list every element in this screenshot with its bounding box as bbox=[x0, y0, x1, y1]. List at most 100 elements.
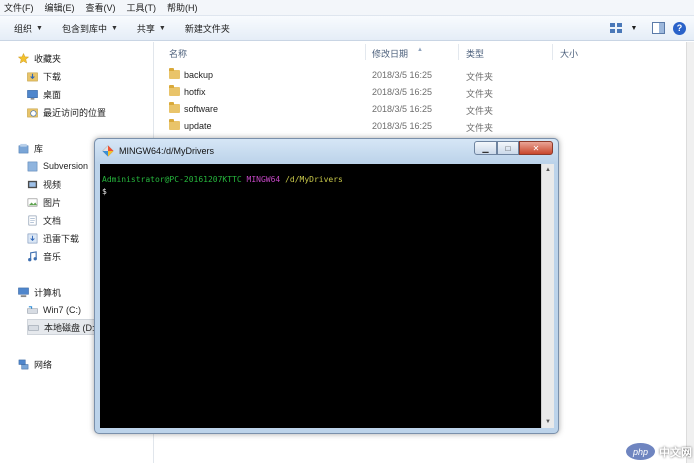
prompt-line: Administrator@PC-20161207KTTC MINGW64 /d… bbox=[102, 174, 541, 186]
nav-network[interactable]: 网络 bbox=[18, 356, 52, 372]
nav-desktop[interactable]: 桌面 bbox=[27, 86, 61, 102]
view-dropdown-icon[interactable]: ▼ bbox=[625, 19, 643, 37]
file-type: 文件夹 bbox=[466, 123, 494, 133]
maximize-button[interactable]: □ bbox=[497, 141, 519, 155]
file-type: 文件夹 bbox=[466, 89, 494, 99]
organize-button[interactable]: 组织 ▼ bbox=[14, 22, 43, 35]
nav-desktop-label: 桌面 bbox=[43, 89, 62, 100]
chevron-down-icon: ▼ bbox=[36, 24, 43, 32]
nav-thunder-downloads[interactable]: 迅雷下载 bbox=[27, 230, 79, 246]
prompt-path: /d/MyDrivers bbox=[285, 175, 343, 184]
nav-libraries-label: 库 bbox=[34, 143, 44, 154]
prompt-user-host: Administrator@PC-20161207KTTC bbox=[102, 175, 242, 184]
maximize-icon: □ bbox=[505, 143, 511, 153]
nav-computer[interactable]: 计算机 bbox=[18, 284, 61, 300]
input-line: $ bbox=[102, 186, 541, 198]
help-icon[interactable]: ? bbox=[673, 21, 686, 35]
toolbar-right: ▼ ? bbox=[601, 16, 694, 40]
file-row[interactable]: backup 2018/3/5 16:25 文件夹 bbox=[155, 67, 525, 83]
new-folder-button[interactable]: 新建文件夹 bbox=[185, 22, 230, 35]
minimize-icon: ▁ bbox=[482, 143, 489, 153]
drive-d-icon bbox=[28, 324, 39, 330]
nav-videos[interactable]: 视频 bbox=[27, 176, 61, 192]
preview-pane-icon[interactable] bbox=[649, 19, 667, 37]
file-row[interactable]: software 2018/3/5 16:25 文件夹 bbox=[155, 101, 525, 117]
menu-view[interactable]: 查看(V) bbox=[86, 1, 116, 14]
column-name[interactable]: 名称 bbox=[169, 47, 187, 60]
file-row[interactable]: hotfix 2018/3/5 16:25 文件夹 bbox=[155, 84, 525, 100]
nav-documents[interactable]: 文档 bbox=[27, 212, 61, 228]
menu-edit[interactable]: 编辑(E) bbox=[45, 1, 75, 14]
recent-places-icon bbox=[27, 108, 38, 117]
nav-music[interactable]: 音乐 bbox=[27, 248, 61, 264]
thunder-download-icon bbox=[27, 233, 38, 243]
video-icon bbox=[27, 180, 38, 188]
column-modified[interactable]: 修改日期 bbox=[372, 47, 408, 60]
column-divider[interactable] bbox=[458, 44, 459, 60]
terminal-title: MINGW64:/d/MyDrivers bbox=[119, 146, 215, 156]
nav-pictures[interactable]: 图片 bbox=[27, 194, 61, 210]
php-cn-watermark: php 中文网 bbox=[626, 443, 692, 460]
column-type[interactable]: 类型 bbox=[466, 47, 484, 60]
git-bash-icon bbox=[102, 145, 114, 157]
minimize-button[interactable]: ▁ bbox=[474, 141, 497, 155]
folder-icon bbox=[169, 68, 180, 79]
share-button[interactable]: 共享 ▼ bbox=[137, 22, 166, 35]
desktop-icon bbox=[27, 89, 38, 100]
file-date: 2018/3/5 16:25 bbox=[372, 121, 433, 131]
watermark-text: 中文网 bbox=[659, 446, 692, 459]
php-logo: php bbox=[626, 443, 655, 460]
column-divider[interactable] bbox=[365, 44, 366, 60]
drive-c-icon bbox=[27, 305, 38, 313]
new-folder-label: 新建文件夹 bbox=[184, 23, 230, 34]
content-scrollbar[interactable] bbox=[686, 42, 694, 463]
folder-icon bbox=[169, 119, 180, 130]
nav-subversion-label: Subversion bbox=[43, 161, 89, 171]
nav-videos-label: 视频 bbox=[43, 179, 62, 190]
download-folder-icon bbox=[27, 72, 38, 81]
computer-icon bbox=[18, 287, 29, 297]
column-size[interactable]: 大小 bbox=[560, 47, 578, 60]
nav-favorites[interactable]: 收藏夹 bbox=[18, 50, 61, 66]
menu-file[interactable]: 文件(F) bbox=[4, 1, 34, 14]
terminal-output[interactable]: Administrator@PC-20161207KTTC MINGW64 /d… bbox=[100, 164, 541, 428]
terminal-titlebar[interactable]: MINGW64:/d/MyDrivers ▁ □ ✕ bbox=[95, 139, 558, 163]
nav-downloads[interactable]: 下载 bbox=[27, 68, 61, 84]
file-date: 2018/3/5 16:25 bbox=[372, 87, 433, 97]
nav-subversion[interactable]: Subversion bbox=[27, 158, 88, 174]
nav-drive-c-label: Win7 (C:) bbox=[43, 305, 81, 315]
file-name: hotfix bbox=[184, 87, 206, 97]
share-label: 共享 bbox=[136, 23, 155, 34]
file-date: 2018/3/5 16:25 bbox=[372, 104, 433, 114]
nav-recent-places[interactable]: 最近访问的位置 bbox=[27, 104, 106, 120]
prompt-symbol: $ bbox=[102, 187, 107, 196]
menu-bar: 文件(F) 编辑(E) 查看(V) 工具(T) 帮助(H) bbox=[0, 0, 694, 15]
close-button[interactable]: ✕ bbox=[519, 141, 553, 155]
nav-favorites-label: 收藏夹 bbox=[34, 53, 62, 64]
file-type: 文件夹 bbox=[466, 72, 494, 82]
include-in-library-button[interactable]: 包含到库中 ▼ bbox=[62, 22, 118, 35]
terminal-scrollbar[interactable]: ▲ ▼ bbox=[541, 164, 554, 428]
organize-label: 组织 bbox=[14, 23, 33, 34]
nav-computer-label: 计算机 bbox=[34, 287, 62, 298]
pictures-icon bbox=[27, 198, 38, 206]
view-options-icon[interactable] bbox=[607, 19, 625, 37]
nav-recent-places-label: 最近访问的位置 bbox=[43, 107, 107, 118]
star-icon bbox=[18, 52, 29, 64]
menu-help[interactable]: 帮助(H) bbox=[167, 1, 198, 14]
menu-tools[interactable]: 工具(T) bbox=[127, 1, 157, 14]
column-divider[interactable] bbox=[552, 44, 553, 60]
scroll-up-icon[interactable]: ▲ bbox=[542, 164, 554, 176]
scroll-down-icon[interactable]: ▼ bbox=[542, 416, 554, 428]
prompt-env: MINGW64 bbox=[246, 175, 281, 184]
sort-ascending-icon: ▲ bbox=[417, 47, 423, 53]
file-name: software bbox=[184, 104, 219, 114]
nav-libraries[interactable]: 库 bbox=[18, 140, 43, 156]
network-icon bbox=[18, 359, 29, 369]
nav-drive-c[interactable]: Win7 (C:) bbox=[27, 302, 81, 318]
chevron-down-icon: ▼ bbox=[158, 24, 166, 32]
file-type: 文件夹 bbox=[466, 106, 494, 116]
file-row[interactable]: update 2018/3/5 16:25 文件夹 bbox=[155, 118, 525, 134]
terminal-window[interactable]: MINGW64:/d/MyDrivers ▁ □ ✕ Administrator… bbox=[94, 138, 559, 434]
file-name: update bbox=[184, 121, 212, 131]
